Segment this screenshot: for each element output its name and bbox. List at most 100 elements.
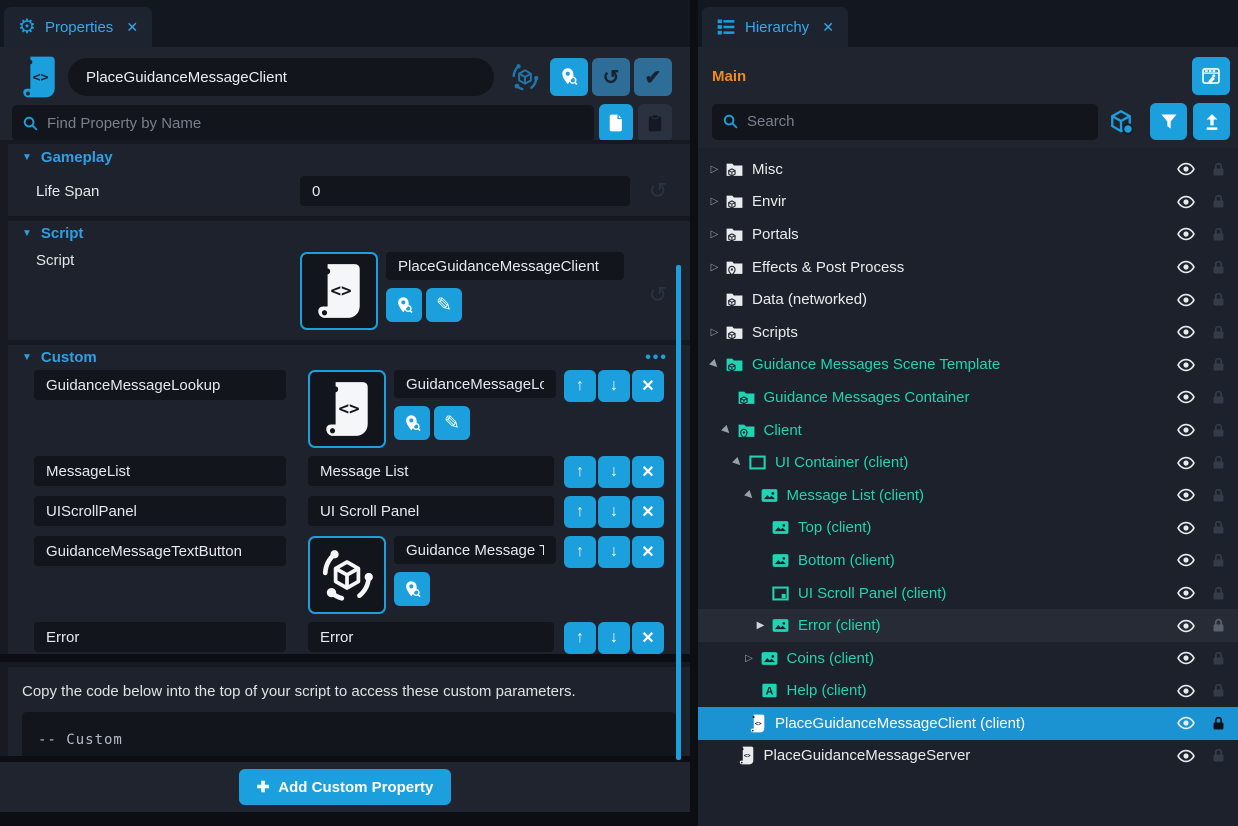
expand-arrow-icon[interactable]: ▶	[728, 453, 748, 473]
move-up-button[interactable]: ↑	[564, 622, 596, 654]
locate-asset-button[interactable]	[394, 572, 430, 606]
script-asset-tile[interactable]: <>	[300, 252, 378, 330]
custom-property-value-input[interactable]	[308, 496, 554, 526]
collapse-arrow-icon[interactable]: ▷	[706, 196, 723, 207]
visibility-eye-icon[interactable]	[1174, 453, 1198, 473]
visibility-eye-icon[interactable]	[1174, 192, 1198, 212]
custom-property-value-input[interactable]	[394, 536, 556, 564]
copy-properties-button[interactable]	[599, 104, 633, 142]
hierarchy-row-coins-client[interactable]: ▷Coins (client)	[698, 642, 1238, 675]
edit-script-button[interactable]: ✎	[434, 406, 470, 440]
lock-icon[interactable]	[1210, 324, 1227, 341]
hierarchy-row-ui-scroll-panel-client[interactable]: UI Scroll Panel (client)	[698, 577, 1238, 610]
visibility-eye-icon[interactable]	[1174, 322, 1198, 342]
lock-icon[interactable]	[1210, 226, 1227, 243]
visibility-eye-icon[interactable]	[1174, 159, 1198, 179]
visibility-eye-icon[interactable]	[1174, 355, 1198, 375]
hierarchy-row-guidance-messages-scene-template[interactable]: ▶Guidance Messages Scene Template	[698, 349, 1238, 382]
script-asset-tile[interactable]: <>	[308, 370, 386, 448]
hierarchy-row-portals[interactable]: ▷Portals	[698, 218, 1238, 251]
remove-button[interactable]: ✕	[632, 456, 664, 488]
hierarchy-row-message-list-client[interactable]: ▶Message List (client)	[698, 479, 1238, 512]
collapse-arrow-icon[interactable]: ▶	[752, 620, 769, 631]
property-search-input[interactable]	[47, 115, 584, 132]
hierarchy-row-ui-container-client[interactable]: ▶UI Container (client)	[698, 446, 1238, 479]
lock-icon[interactable]	[1210, 715, 1227, 732]
visibility-eye-icon[interactable]	[1174, 420, 1198, 440]
hierarchy-row-scripts[interactable]: ▷Scripts	[698, 316, 1238, 349]
filter-button[interactable]	[1150, 103, 1187, 140]
close-icon[interactable]: ✕	[822, 19, 834, 36]
hierarchy-row-data-networked[interactable]: Data (networked)	[698, 283, 1238, 316]
move-up-button[interactable]: ↑	[564, 496, 596, 528]
life-span-input[interactable]	[300, 176, 630, 206]
hierarchy-row-client[interactable]: ▶Client	[698, 414, 1238, 447]
paste-properties-button[interactable]	[638, 104, 672, 142]
remove-button[interactable]: ✕	[632, 370, 664, 402]
lock-icon[interactable]	[1210, 519, 1227, 536]
hierarchy-row-placeguidancemessageserver[interactable]: <>PlaceGuidanceMessageServer	[698, 740, 1238, 773]
lock-icon[interactable]	[1210, 193, 1227, 210]
collapse-arrow-icon[interactable]: ▷	[706, 164, 723, 175]
visibility-eye-icon[interactable]	[1174, 550, 1198, 570]
collapse-arrow-icon[interactable]: ▷	[741, 653, 758, 664]
visibility-eye-icon[interactable]	[1174, 257, 1198, 277]
lock-icon[interactable]	[1210, 487, 1227, 504]
lock-icon[interactable]	[1210, 747, 1227, 764]
move-down-button[interactable]: ↓	[598, 622, 630, 654]
lock-icon[interactable]	[1210, 259, 1227, 276]
script-value-input[interactable]	[386, 252, 624, 280]
lock-icon[interactable]	[1210, 552, 1227, 569]
remove-button[interactable]: ✕	[632, 622, 664, 654]
custom-property-name-input[interactable]	[34, 456, 286, 486]
section-gameplay[interactable]: ▼ Gameplay	[8, 140, 690, 170]
apply-button[interactable]: ✔	[634, 58, 672, 96]
custom-property-name-input[interactable]	[34, 536, 286, 566]
tab-properties[interactable]: ⚙ Properties ✕	[4, 7, 152, 47]
hierarchy-row-effects-post-process[interactable]: ▷Effects & Post Process	[698, 251, 1238, 284]
remove-button[interactable]: ✕	[632, 536, 664, 568]
collapse-arrow-icon[interactable]: ▷	[706, 229, 723, 240]
lock-icon[interactable]	[1210, 585, 1227, 602]
visibility-eye-icon[interactable]	[1174, 485, 1198, 505]
lock-icon[interactable]	[1210, 422, 1227, 439]
lock-icon[interactable]	[1210, 356, 1227, 373]
lock-icon[interactable]	[1210, 291, 1227, 308]
hierarchy-row-top-client[interactable]: Top (client)	[698, 512, 1238, 545]
expand-arrow-icon[interactable]: ▶	[705, 355, 725, 375]
locate-asset-button[interactable]	[386, 288, 422, 322]
custom-property-name-input[interactable]	[34, 496, 286, 526]
visibility-eye-icon[interactable]	[1174, 681, 1198, 701]
move-up-button[interactable]: ↑	[564, 370, 596, 402]
custom-property-value-input[interactable]	[308, 456, 554, 486]
hierarchy-search-box[interactable]	[712, 104, 1098, 140]
collapse-arrow-icon[interactable]: ▷	[706, 262, 723, 273]
move-down-button[interactable]: ↓	[598, 496, 630, 528]
tab-hierarchy[interactable]: Hierarchy ✕	[702, 7, 848, 47]
visibility-eye-icon[interactable]	[1174, 387, 1198, 407]
lock-icon[interactable]	[1210, 389, 1227, 406]
move-up-button[interactable]: ↑	[564, 536, 596, 568]
find-in-scene-button[interactable]	[550, 58, 588, 96]
hierarchy-row-envir[interactable]: ▷Envir	[698, 186, 1238, 219]
visibility-eye-icon[interactable]	[1174, 224, 1198, 244]
collapse-arrow-icon[interactable]: ▷	[706, 327, 723, 338]
hierarchy-row-placeguidancemessageclient-client[interactable]: <>PlaceGuidanceMessageClient (client)	[698, 707, 1238, 740]
visibility-eye-icon[interactable]	[1174, 648, 1198, 668]
move-down-button[interactable]: ↓	[598, 370, 630, 402]
scene-settings-button[interactable]	[1192, 57, 1230, 95]
visibility-eye-icon[interactable]	[1174, 290, 1198, 310]
hierarchy-row-help-client[interactable]: AHelp (client)	[698, 675, 1238, 708]
edit-script-button[interactable]: ✎	[426, 288, 462, 322]
reset-icon[interactable]: ↺	[644, 178, 672, 204]
properties-scrollbar[interactable]	[676, 265, 681, 760]
template-asset-tile[interactable]	[308, 536, 386, 614]
hierarchy-search-input[interactable]	[747, 113, 1088, 130]
hierarchy-row-misc[interactable]: ▷Misc	[698, 153, 1238, 186]
visibility-eye-icon[interactable]	[1174, 616, 1198, 636]
hierarchy-row-bottom-client[interactable]: Bottom (client)	[698, 544, 1238, 577]
move-down-button[interactable]: ↓	[598, 536, 630, 568]
section-script[interactable]: ▼ Script	[8, 216, 690, 246]
code-snippet-box[interactable]: -- Custom	[22, 712, 676, 756]
lock-icon[interactable]	[1210, 161, 1227, 178]
